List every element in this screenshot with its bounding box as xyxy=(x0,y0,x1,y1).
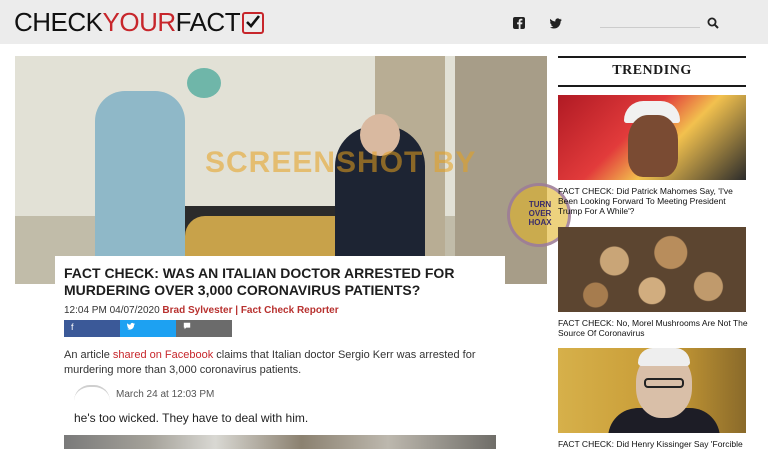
site-logo[interactable]: CHECKYOURFACT xyxy=(14,7,265,37)
embed-post-photo xyxy=(64,435,496,449)
stamp-label: TURN OVER HOAX xyxy=(528,200,552,227)
logo-part-check: CHECK xyxy=(14,7,103,37)
embed-post-date: March 24 at 12:03 PM xyxy=(116,389,215,400)
trending-item-caption[interactable]: FACT CHECK: Did Patrick Mahomes Say, 'I'… xyxy=(558,186,748,216)
trending-item-caption[interactable]: FACT CHECK: Did Henry Kissinger Say 'For… xyxy=(558,439,748,449)
facebook-icon: f xyxy=(71,322,74,332)
site-header: CHECKYOURFACT xyxy=(0,0,768,44)
body-lead: An article xyxy=(64,349,113,361)
search-input[interactable] xyxy=(600,27,700,28)
facebook-share-link[interactable]: shared on Facebook xyxy=(113,349,213,361)
share-twitter-button[interactable] xyxy=(120,320,176,337)
trending-top-rule xyxy=(558,56,746,58)
facebook-icon[interactable] xyxy=(513,17,525,29)
trending-thumbnail-kissinger[interactable] xyxy=(558,348,746,433)
logo-part-fact: FACT xyxy=(175,7,241,37)
trending-thumbnail-mushrooms[interactable] xyxy=(558,227,746,312)
trending-item-caption[interactable]: FACT CHECK: No, Morel Mushrooms Are Not … xyxy=(558,318,748,338)
article-headline: FACT CHECK: WAS AN ITALIAN DOCTOR ARREST… xyxy=(64,265,455,298)
screenshot-watermark: SCREENSHOT BY xyxy=(205,146,477,179)
trending-thumbnail-mahomes[interactable] xyxy=(558,95,746,180)
checkbox-icon xyxy=(242,12,265,34)
comment-icon xyxy=(183,322,191,332)
share-facebook-button[interactable]: f xyxy=(64,320,120,337)
twitter-icon xyxy=(127,322,135,332)
article-meta: 12:04 PM 04/07/2020 Brad Sylvester | Fac… xyxy=(64,305,339,316)
twitter-icon[interactable] xyxy=(550,17,562,29)
trending-bottom-rule xyxy=(558,85,746,87)
embed-post-text: he's too wicked. They have to deal with … xyxy=(74,411,309,425)
search-icon[interactable] xyxy=(707,17,719,29)
trending-heading: TRENDING xyxy=(612,63,692,78)
article-timestamp: 12:04 PM 04/07/2020 xyxy=(64,305,160,316)
article-author-link[interactable]: Brad Sylvester | Fact Check Reporter xyxy=(162,305,338,316)
logo-part-your: YOUR xyxy=(102,7,177,37)
article-body-paragraph: An article shared on Facebook claims tha… xyxy=(64,348,504,378)
share-comment-button[interactable] xyxy=(176,320,232,337)
